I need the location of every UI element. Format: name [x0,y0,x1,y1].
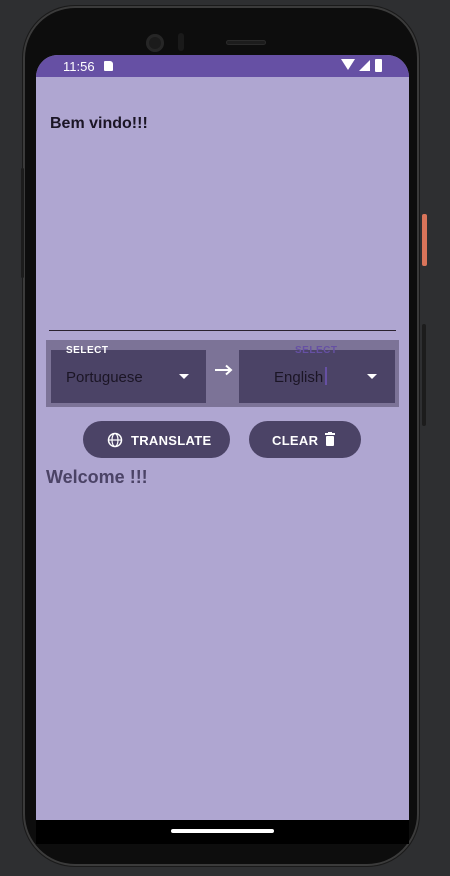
translated-result-text: Welcome !!! [46,467,148,487]
volume-button [422,324,426,426]
text-cursor [325,367,327,385]
source-select-label: SELECT [66,345,109,356]
battery-icon [375,59,382,72]
dropdown-caret-icon [367,374,377,379]
left-side-button [21,168,24,278]
proximity-sensor [178,33,184,51]
input-underline [49,330,396,331]
clear-button-label: CLEAR [272,433,319,448]
wifi-icon [341,59,355,70]
source-text-input[interactable]: Bem vindo!!! [50,115,148,133]
power-button [422,214,427,266]
translate-button[interactable]: TRANSLATE [83,421,230,458]
language-selector-bar: Portuguese SELECT English SELECT [46,340,399,407]
sd-card-icon [104,61,113,71]
clear-button[interactable]: CLEAR [249,421,361,458]
source-language-dropdown[interactable]: Portuguese [51,350,206,403]
earpiece-speaker [226,40,266,45]
status-time: 11:56 [63,59,95,74]
swap-arrow-icon[interactable] [214,363,234,377]
target-language-dropdown[interactable]: English [239,350,395,403]
translate-button-label: TRANSLATE [131,433,212,448]
globe-icon [107,432,123,448]
target-language-value: English [274,369,324,386]
target-select-label: SELECT [295,345,338,356]
status-bar: 11:56 [36,55,409,77]
dropdown-caret-icon [179,374,189,379]
signal-icon [359,60,370,71]
app-screen: 11:56 Bem vindo!!! Portuguese SELECT Eng… [36,55,409,820]
front-camera [146,34,164,52]
trash-icon [325,432,335,446]
source-language-value: Portuguese [66,369,143,386]
home-gesture-bar[interactable] [171,829,274,833]
